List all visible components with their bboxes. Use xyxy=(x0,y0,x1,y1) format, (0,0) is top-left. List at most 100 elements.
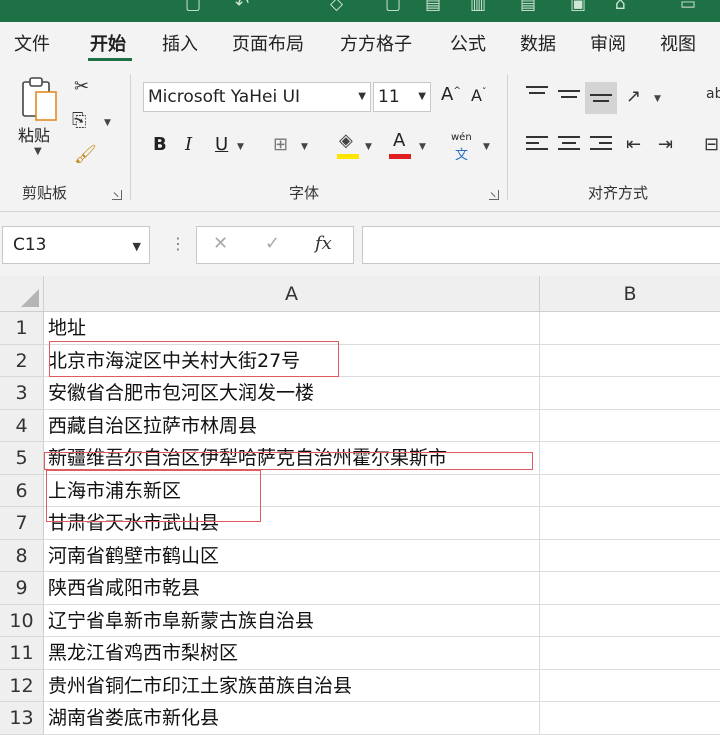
italic-button[interactable]: I xyxy=(185,134,192,155)
cell-b[interactable] xyxy=(540,540,720,572)
row-header[interactable]: 2 xyxy=(0,344,44,377)
phonetic-icon[interactable]: 文 xyxy=(455,144,468,163)
font-launcher-icon[interactable] xyxy=(489,190,499,200)
select-all-button[interactable] xyxy=(0,276,44,312)
column-header-b[interactable]: B xyxy=(540,276,720,312)
save-icon[interactable]: ▢ xyxy=(185,0,201,14)
shrink-font-button[interactable]: Aˇ xyxy=(471,86,486,105)
bold-button[interactable]: B xyxy=(153,134,167,155)
align-bottom-icon[interactable] xyxy=(590,94,612,112)
row-header[interactable]: 3 xyxy=(0,377,44,410)
tab-review[interactable]: 审阅 xyxy=(590,30,626,56)
cell-a[interactable]: 上海市浦东新区 xyxy=(44,474,540,507)
formula-input[interactable] xyxy=(362,226,720,264)
decrease-indent-icon[interactable]: ⇤ xyxy=(626,134,641,155)
row-header[interactable]: 8 xyxy=(0,539,44,572)
paste-icon[interactable] xyxy=(20,76,60,124)
row-header[interactable]: 1 xyxy=(0,312,44,345)
tab-data[interactable]: 数据 xyxy=(520,30,556,56)
row-header[interactable]: 5 xyxy=(0,442,44,475)
cell-a[interactable]: 辽宁省阜新市阜新蒙古族自治县 xyxy=(44,604,540,637)
row-header[interactable]: 4 xyxy=(0,409,44,442)
row-header[interactable]: 12 xyxy=(0,669,44,702)
undo-icon[interactable]: ↶ xyxy=(235,0,249,14)
align-center-icon[interactable] xyxy=(558,136,580,154)
quick-access-icon[interactable]: ⌂ xyxy=(615,0,626,14)
copy-dropdown-icon[interactable]: ▼ xyxy=(104,118,111,128)
quick-access-icon[interactable]: ▭ xyxy=(680,0,696,14)
row-header[interactable]: 9 xyxy=(0,572,44,605)
fill-color-dropdown-icon[interactable]: ▼ xyxy=(365,142,372,152)
redo-icon[interactable]: ◇ xyxy=(330,0,343,14)
quick-access-icon[interactable]: ▤ xyxy=(425,0,441,14)
row-header[interactable]: 7 xyxy=(0,507,44,540)
cell-b[interactable] xyxy=(540,377,720,410)
copy-icon[interactable]: ⎘ xyxy=(72,110,86,131)
cut-icon[interactable]: ✂ xyxy=(74,76,89,97)
quick-access-icon[interactable]: ▤ xyxy=(520,0,536,14)
row-header[interactable]: 10 xyxy=(0,604,44,637)
tab-page-layout[interactable]: 页面布局 xyxy=(232,30,304,56)
cell-a[interactable]: 北京市海淀区中关村大街27号 xyxy=(44,344,540,377)
borders-icon[interactable]: ⊞ xyxy=(273,134,288,155)
cell-b[interactable] xyxy=(540,572,720,605)
column-header-a[interactable]: A xyxy=(44,276,540,312)
cell-a[interactable]: 湖南省娄底市新化县 xyxy=(44,702,540,735)
cell-b[interactable] xyxy=(540,670,720,702)
cell-b[interactable] xyxy=(540,410,720,442)
row-header[interactable]: 11 xyxy=(0,637,44,670)
cell-b[interactable] xyxy=(540,605,720,637)
tab-home[interactable]: 开始 xyxy=(90,30,126,56)
tab-formulas[interactable]: 公式 xyxy=(450,30,486,56)
quick-access-icon[interactable]: ▣ xyxy=(570,0,586,14)
font-color-dropdown-icon[interactable]: ▼ xyxy=(419,142,426,152)
cell-b[interactable] xyxy=(540,442,720,475)
wrap-text-icon[interactable]: ab xyxy=(706,86,720,102)
cell-a[interactable]: 安徽省合肥市包河区大润发一楼 xyxy=(44,377,540,410)
quick-access-icon[interactable]: ▢ xyxy=(385,0,401,14)
paste-dropdown-icon[interactable]: ▼ xyxy=(34,146,42,157)
cell-a[interactable]: 地址 xyxy=(44,312,540,345)
cell-b[interactable] xyxy=(540,507,720,540)
name-box[interactable]: C13 ▼ xyxy=(2,226,150,264)
enter-icon[interactable]: ✓ xyxy=(265,233,280,254)
phonetic-top[interactable]: wén xyxy=(451,132,472,143)
cell-a[interactable]: 西藏自治区拉萨市林周县 xyxy=(44,409,540,442)
font-color-button[interactable]: A xyxy=(393,130,405,151)
grow-font-button[interactable]: A^ xyxy=(441,84,461,105)
cell-b[interactable] xyxy=(540,637,720,670)
cell-a[interactable]: 贵州省铜仁市印江土家族苗族自治县 xyxy=(44,669,540,702)
fill-color-icon[interactable]: ◈ xyxy=(339,130,353,151)
tab-file[interactable]: 文件 xyxy=(14,30,50,56)
merge-center-icon[interactable]: ⊟ xyxy=(704,134,719,155)
align-right-icon[interactable] xyxy=(590,136,612,154)
cell-a[interactable]: 陕西省咸阳市乾县 xyxy=(44,572,540,605)
tab-insert[interactable]: 插入 xyxy=(162,30,198,56)
underline-dropdown-icon[interactable]: ▼ xyxy=(237,142,244,152)
cell-a[interactable]: 甘肃省天水市武山县 xyxy=(44,507,540,540)
cell-a[interactable]: 新疆维吾尔自治区伊犁哈萨克自治州霍尔果斯市 xyxy=(44,442,540,475)
clipboard-launcher-icon[interactable] xyxy=(112,190,122,200)
cell-b[interactable] xyxy=(540,312,720,345)
phonetic-dropdown-icon[interactable]: ▼ xyxy=(483,142,490,152)
font-size-select[interactable]: 11 ▼ xyxy=(373,82,431,112)
align-top-icon[interactable] xyxy=(526,86,548,104)
align-left-icon[interactable] xyxy=(526,136,548,154)
increase-indent-icon[interactable]: ⇥ xyxy=(658,134,673,155)
format-painter-icon[interactable]: 🖌 xyxy=(74,144,97,165)
cancel-icon[interactable]: ✕ xyxy=(213,233,228,254)
orientation-dropdown-icon[interactable]: ▼ xyxy=(654,94,661,104)
underline-button[interactable]: U xyxy=(215,134,228,155)
cell-b[interactable] xyxy=(540,702,720,735)
cell-b[interactable] xyxy=(540,475,720,507)
row-header[interactable]: 13 xyxy=(0,702,44,735)
borders-dropdown-icon[interactable]: ▼ xyxy=(301,142,308,152)
cell-a[interactable]: 河南省鹤壁市鹤山区 xyxy=(44,539,540,572)
paste-button-label[interactable]: 粘贴 xyxy=(18,122,50,146)
tab-fangfanggezi[interactable]: 方方格子 xyxy=(340,30,412,56)
quick-access-icon[interactable]: ▥ xyxy=(470,0,486,14)
font-name-select[interactable]: Microsoft YaHei UI ▼ xyxy=(143,82,371,112)
row-header[interactable]: 6 xyxy=(0,474,44,507)
cell-a[interactable]: 黑龙江省鸡西市梨树区 xyxy=(44,637,540,670)
tab-view[interactable]: 视图 xyxy=(660,30,696,56)
